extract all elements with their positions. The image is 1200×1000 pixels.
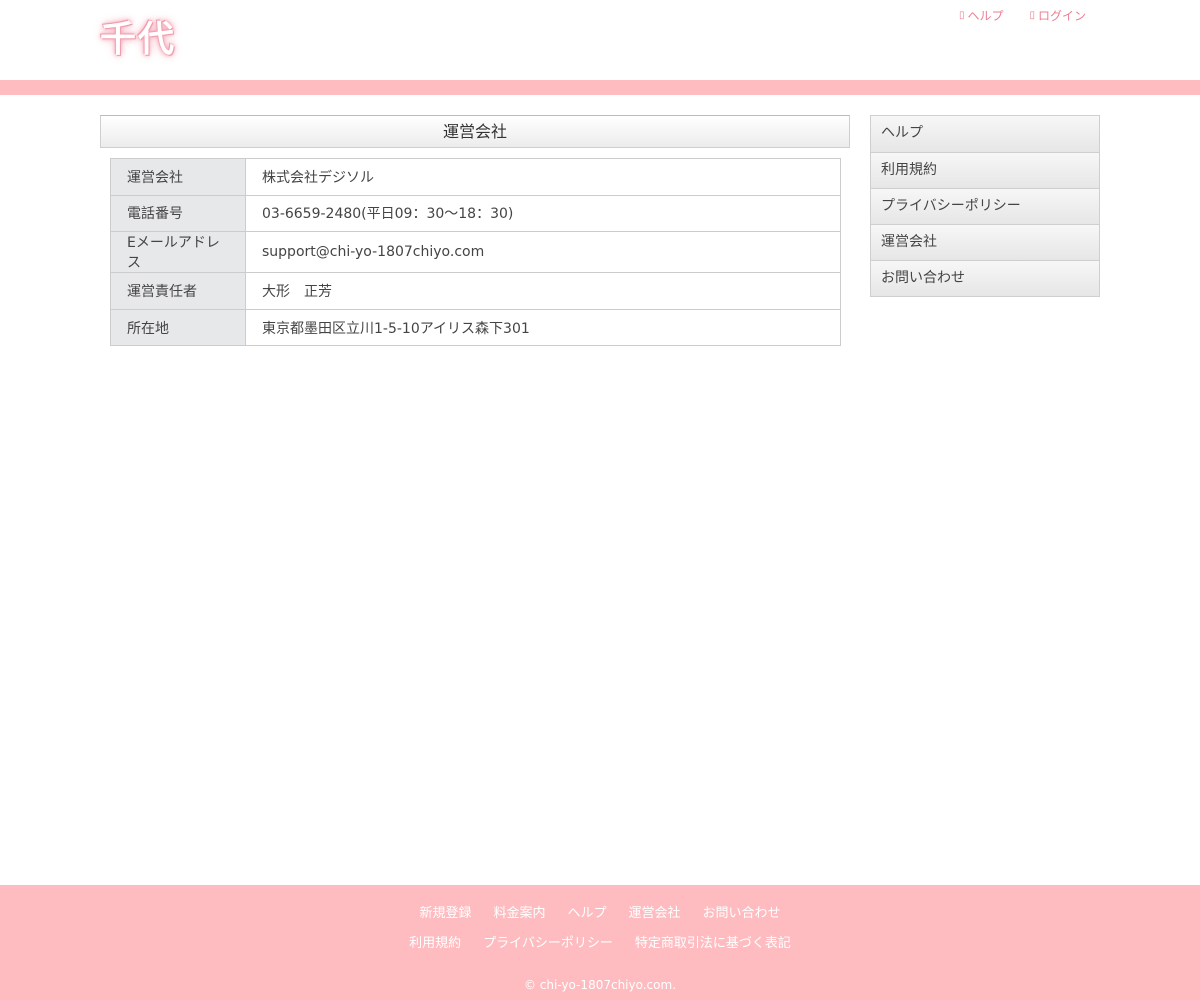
row-value: 大形 正芳 xyxy=(245,272,841,310)
login-link-label: ログイン xyxy=(1037,9,1086,23)
site-logo[interactable]: 千代 xyxy=(100,14,192,64)
sidebar-item-help[interactable]: ヘルプ xyxy=(871,116,1099,152)
company-info-table: 運営会社 株式会社デジソル 電話番号 03-6659-2480(平日09：30〜… xyxy=(110,158,841,347)
header-divider-bar xyxy=(0,80,1200,95)
footer-link-pricing[interactable]: 料金案内 xyxy=(493,902,545,921)
footer-link-privacy[interactable]: プライバシーポリシー xyxy=(483,932,613,951)
row-label: 運営会社 xyxy=(110,158,246,196)
row-value: support@chi-yo-1807chiyo.com xyxy=(245,231,841,274)
footer-link-register[interactable]: 新規登録 xyxy=(419,902,471,921)
table-row: 運営責任者 大形 正芳 xyxy=(110,272,841,310)
table-row: Eメールアドレス support@chi-yo-1807chiyo.com xyxy=(110,231,841,274)
login-link[interactable]: ▯ ログイン xyxy=(1029,7,1086,24)
help-link[interactable]: ▯ ヘルプ xyxy=(959,7,1004,24)
table-row: 電話番号 03-6659-2480(平日09：30〜18：30) xyxy=(110,194,841,233)
row-label: 所在地 xyxy=(110,308,246,347)
sidebar-item-terms[interactable]: 利用規約 xyxy=(871,152,1099,188)
site-header: 千代 ▯ ヘルプ ▯ ログイン xyxy=(0,0,1200,80)
footer-nav-row-1: 新規登録 料金案内 ヘルプ 運営会社 お問い合わせ xyxy=(0,902,1200,921)
table-row: 所在地 東京都墨田区立川1-5-10アイリス森下301 xyxy=(110,308,841,347)
footer-link-help[interactable]: ヘルプ xyxy=(567,902,606,921)
help-link-label: ヘルプ xyxy=(967,9,1004,23)
footer-link-company[interactable]: 運営会社 xyxy=(629,902,681,921)
row-label: 運営責任者 xyxy=(110,272,246,310)
footer-link-contact[interactable]: お問い合わせ xyxy=(703,902,781,921)
table-row: 運営会社 株式会社デジソル xyxy=(110,158,841,196)
top-nav: ▯ ヘルプ ▯ ログイン xyxy=(959,7,1086,24)
footer-link-tokushoho[interactable]: 特定商取引法に基づく表記 xyxy=(635,932,791,951)
site-footer: 新規登録 料金案内 ヘルプ 運営会社 お問い合わせ 利用規約 プライバシーポリシ… xyxy=(0,885,1200,1000)
page-title: 運営会社 xyxy=(100,115,850,148)
login-icon: ▯ xyxy=(1029,10,1035,21)
help-icon: ▯ xyxy=(958,10,965,21)
copyright: © chi-yo-1807chiyo.com. xyxy=(523,978,677,992)
row-label: Eメールアドレス xyxy=(110,231,246,274)
footer-nav-row-2: 利用規約 プライバシーポリシー 特定商取引法に基づく表記 xyxy=(0,932,1200,951)
sidebar-item-company[interactable]: 運営会社 xyxy=(871,224,1099,260)
sidebar-item-privacy[interactable]: プライバシーポリシー xyxy=(871,188,1099,224)
row-value: 03-6659-2480(平日09：30〜18：30) xyxy=(245,194,841,233)
main-content: 運営会社 運営会社 株式会社デジソル 電話番号 03-6659-2480(平日0… xyxy=(100,115,850,347)
sidebar-menu: ヘルプ 利用規約 プライバシーポリシー 運営会社 お問い合わせ xyxy=(870,115,1100,297)
row-value: 東京都墨田区立川1-5-10アイリス森下301 xyxy=(245,308,841,347)
sidebar-item-contact[interactable]: お問い合わせ xyxy=(871,260,1099,296)
footer-link-terms[interactable]: 利用規約 xyxy=(409,932,461,951)
row-label: 電話番号 xyxy=(110,194,246,233)
row-value: 株式会社デジソル xyxy=(245,158,841,196)
